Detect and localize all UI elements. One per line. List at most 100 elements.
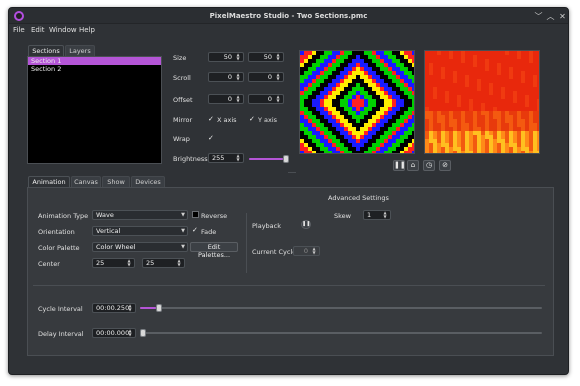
orientation-select[interactable]: Vertical ▼	[92, 226, 188, 236]
preview-pixel	[481, 111, 485, 115]
animation-type-label: Animation Type	[38, 212, 89, 220]
spin-arrows-icon[interactable]: ▲ ▼	[381, 211, 389, 219]
preview-pixel	[521, 147, 525, 151]
cycle-interval-input[interactable]: 00:00.250 ▲ ▼	[92, 303, 136, 313]
preview-pixel	[380, 127, 384, 131]
spin-arrows-icon[interactable]: ▲ ▼	[274, 53, 282, 61]
lock-icon[interactable]: ⌂	[407, 160, 419, 171]
preview-pixel	[312, 95, 316, 99]
mirror-x-checkbox[interactable]: ✓	[208, 115, 216, 123]
offset-y-input[interactable]: 0 ▲ ▼	[248, 94, 284, 104]
preview-pixel	[469, 147, 473, 151]
fade-checkbox[interactable]: ✓	[192, 226, 200, 234]
preview-pixel	[489, 91, 493, 95]
cycle-interval-slider[interactable]	[140, 304, 542, 312]
preview-pixel	[388, 55, 392, 59]
preview-pixel	[513, 111, 517, 115]
spin-arrows-icon[interactable]: ▲ ▼	[234, 53, 242, 61]
scroll-x-input[interactable]: 0 ▲ ▼	[208, 72, 244, 82]
preview-pixel	[525, 107, 529, 111]
menu-edit[interactable]: Edit	[31, 26, 45, 34]
pause-icon[interactable]: ❚❚	[393, 160, 406, 171]
offset-x-input[interactable]: 0 ▲ ▼	[208, 94, 244, 104]
clock-icon[interactable]: ◷	[423, 160, 435, 171]
orientation-value: Vertical	[96, 227, 121, 235]
center-x-input[interactable]: 25 ▲ ▼	[92, 258, 135, 268]
brightness-slider[interactable]	[249, 155, 289, 163]
spin-arrows-icon[interactable]: ▲ ▼	[126, 329, 134, 337]
delay-interval-label: Delay Interval	[38, 330, 84, 338]
spin-arrows-icon[interactable]: ▲ ▼	[234, 154, 242, 162]
preview-pixel	[517, 75, 521, 79]
spin-arrows-icon[interactable]: ▲ ▼	[274, 95, 282, 103]
maximize-icon[interactable]: ︿	[546, 12, 555, 21]
menu-window[interactable]: Window	[49, 26, 77, 34]
preview-pixel	[348, 87, 352, 91]
spin-arrows-icon[interactable]: ▲ ▼	[125, 259, 133, 267]
skew-input[interactable]: 1 ▲ ▼	[363, 210, 391, 220]
preview-pixel	[473, 91, 477, 95]
current-cycle-input[interactable]: 0 ▲ ▼	[293, 246, 320, 256]
preview-pixel	[364, 147, 368, 151]
preview-pixel	[336, 91, 340, 95]
preview-pixel	[372, 135, 376, 139]
preview-pixel	[429, 83, 433, 87]
size-y-value: 50	[263, 53, 272, 61]
preview-pixel	[521, 59, 525, 63]
preview-pixel	[384, 63, 388, 67]
reverse-checkbox[interactable]	[192, 211, 199, 218]
size-x-input[interactable]: 50 ▲ ▼	[208, 52, 244, 62]
mirror-y-checkbox[interactable]: ✓	[249, 115, 257, 123]
sync-icon[interactable]: ⊘	[439, 160, 451, 171]
scroll-y-input[interactable]: 0 ▲ ▼	[248, 72, 284, 82]
wrap-checkbox[interactable]: ✓	[208, 134, 216, 142]
minimize-icon[interactable]: ﹀	[534, 12, 543, 21]
preview-pixel	[332, 115, 336, 119]
delay-interval-slider-handle[interactable]	[140, 329, 146, 337]
size-label: Size	[173, 54, 187, 62]
animation-type-select[interactable]: Wave ▼	[92, 210, 188, 220]
preview-pixel	[404, 83, 408, 87]
preview-pixel	[517, 123, 521, 127]
preview-pixel	[473, 75, 477, 79]
cycle-interval-value: 00:00.250	[96, 304, 130, 312]
edit-palettes-button[interactable]: Edit Palettes...	[190, 242, 238, 259]
delay-interval-slider[interactable]	[140, 329, 542, 337]
spin-arrows-icon[interactable]: ▲ ▼	[126, 304, 134, 312]
spin-arrows-icon[interactable]: ▲ ▼	[175, 259, 183, 267]
spin-arrows-icon[interactable]: ▲ ▼	[234, 73, 242, 81]
preview-pixel	[533, 131, 537, 135]
spin-arrows-icon[interactable]: ▲ ▼	[310, 247, 318, 255]
preview-pixel	[529, 95, 533, 99]
preview-pixel	[469, 75, 473, 79]
preview-pixel	[332, 119, 336, 123]
cycle-interval-slider-handle[interactable]	[156, 304, 162, 312]
center-y-input[interactable]: 25 ▲ ▼	[142, 258, 185, 268]
delay-interval-input[interactable]: 00:00.000 ▲ ▼	[92, 328, 136, 338]
spin-arrows-icon[interactable]: ▲ ▼	[234, 95, 242, 103]
preview-pixel	[461, 147, 465, 151]
close-icon[interactable]: ✕	[558, 12, 567, 21]
preview-pixel	[505, 115, 509, 119]
menu-file[interactable]: File	[13, 26, 25, 34]
list-item-section-1[interactable]: Section 1	[28, 57, 161, 65]
brightness-slider-handle[interactable]	[283, 155, 289, 163]
color-palette-select[interactable]: Color Wheel ▼	[92, 242, 188, 252]
preview-pixel	[489, 139, 493, 143]
preview-pixel	[497, 95, 501, 99]
splitter-handle[interactable]	[288, 172, 296, 173]
spin-arrows-icon[interactable]: ▲ ▼	[274, 73, 282, 81]
preview-pixel	[408, 95, 412, 99]
brightness-input[interactable]: 255 ▲ ▼	[208, 153, 244, 163]
preview-pixel	[320, 111, 324, 115]
menu-help[interactable]: Help	[79, 26, 95, 34]
size-y-input[interactable]: 50 ▲ ▼	[248, 52, 284, 62]
list-item-section-2[interactable]: Section 2	[28, 65, 161, 73]
preview-pixel	[344, 71, 348, 75]
preview-pixel	[437, 131, 441, 135]
playback-pause-icon[interactable]: ❚❚	[301, 220, 311, 229]
preview-pixel	[533, 99, 537, 103]
preview-pixel	[356, 143, 360, 147]
preview-pixel	[324, 87, 328, 91]
preview-pixel	[457, 135, 461, 139]
